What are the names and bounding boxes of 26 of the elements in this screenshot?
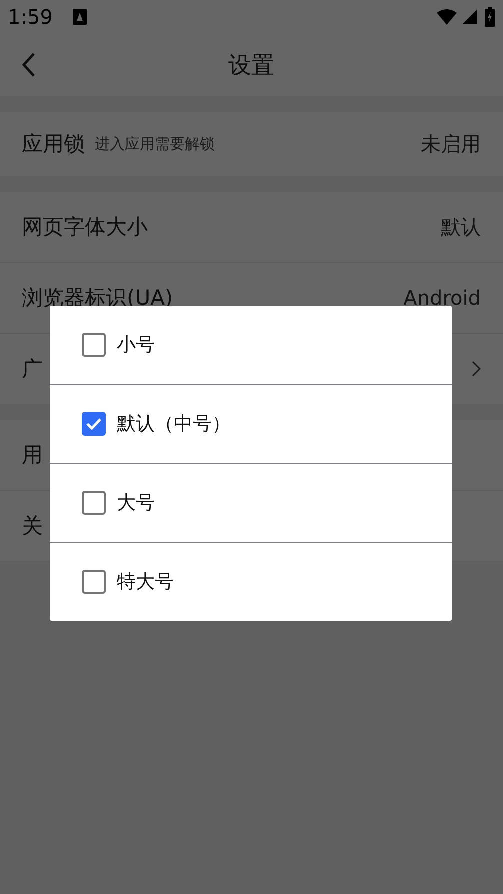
setting-value: 未启用 xyxy=(421,130,481,158)
page-title: 设置 xyxy=(228,52,274,80)
option-label: 大号 xyxy=(117,491,155,516)
signal-icon xyxy=(463,10,477,24)
setting-value: 默认 xyxy=(441,214,481,240)
setting-hint: 进入应用需要解锁 xyxy=(95,134,215,154)
option-label: 默认（中号） xyxy=(117,412,231,437)
status-time: 1:59 xyxy=(8,5,53,29)
checkbox[interactable] xyxy=(82,333,106,357)
checkbox[interactable] xyxy=(82,570,106,594)
option-label: 小号 xyxy=(117,333,155,358)
battery-icon xyxy=(485,7,495,27)
setting-label: 关 xyxy=(22,513,43,540)
setting-label: 应用锁 xyxy=(22,131,85,158)
back-icon xyxy=(22,52,36,78)
setting-label: 网页字体大小 xyxy=(22,214,148,241)
font-size-option[interactable]: 特大号 xyxy=(50,542,452,621)
wifi-icon xyxy=(437,9,457,25)
notification-icon xyxy=(72,9,87,25)
checkbox[interactable] xyxy=(82,412,106,436)
check-icon xyxy=(86,418,102,430)
setting-label: 广 xyxy=(22,356,43,383)
checkbox[interactable] xyxy=(82,491,106,515)
font-size-option[interactable]: 默认（中号） xyxy=(50,384,452,463)
font-size-option[interactable]: 大号 xyxy=(50,463,452,542)
option-label: 特大号 xyxy=(117,570,174,595)
